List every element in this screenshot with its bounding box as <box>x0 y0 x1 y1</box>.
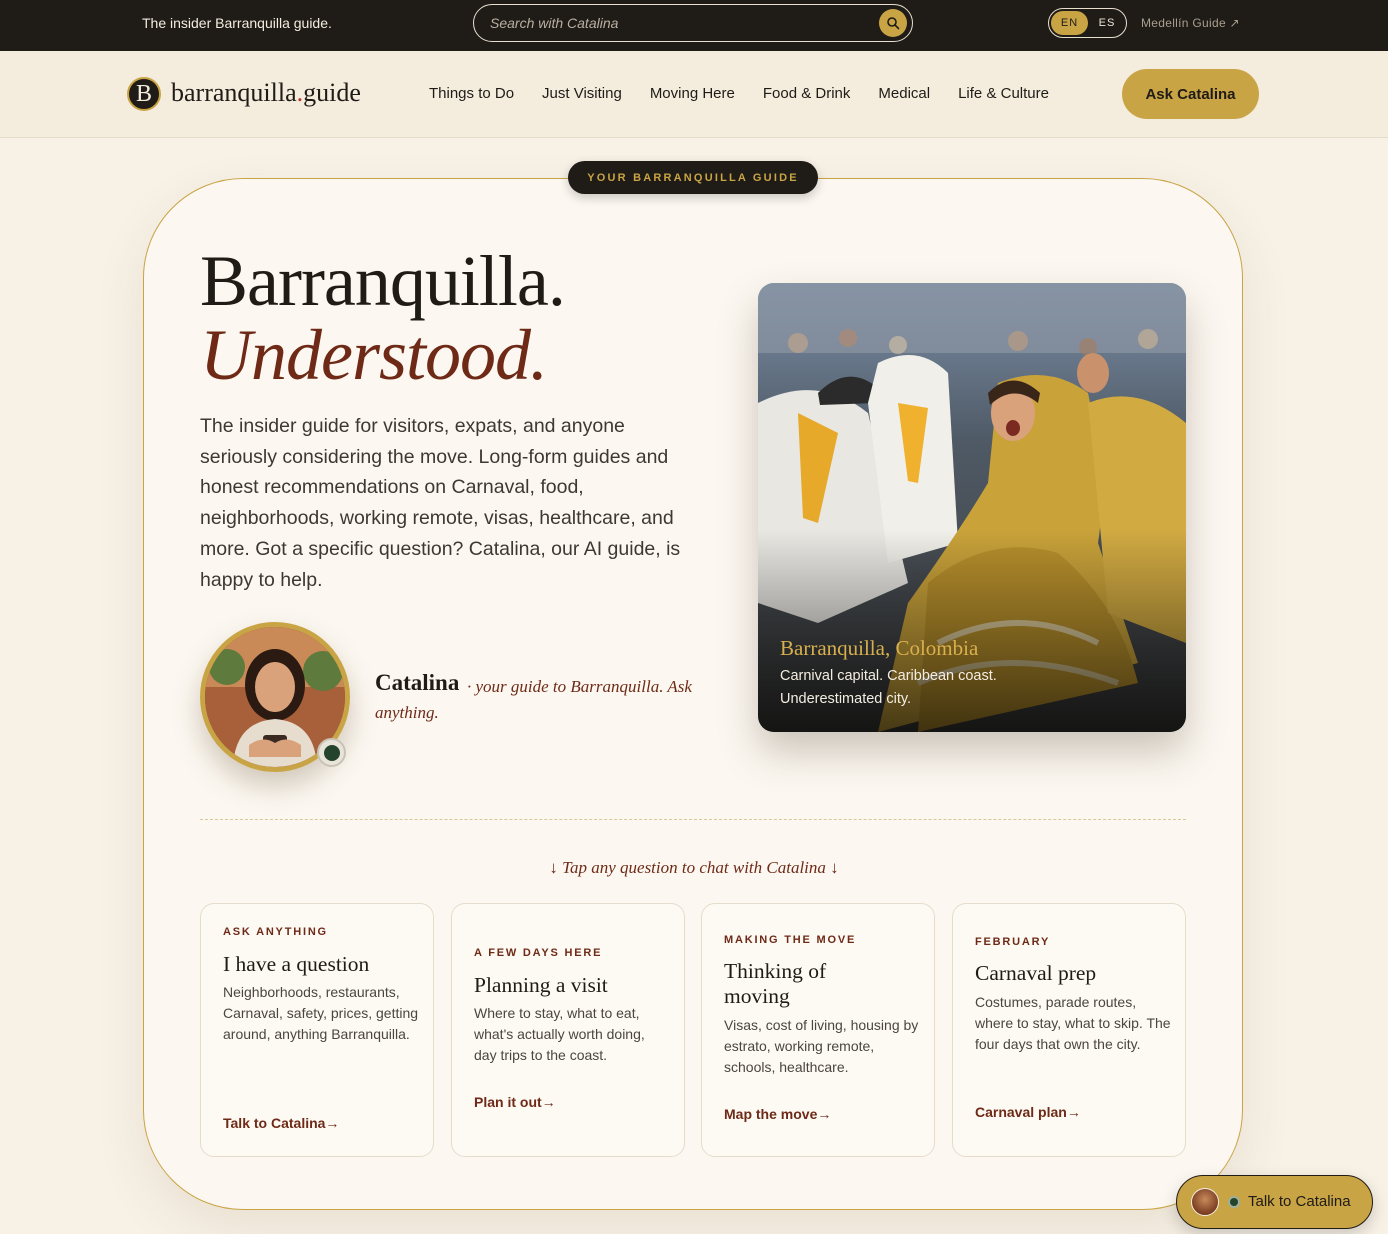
lang-es-button[interactable]: ES <box>1090 11 1124 35</box>
hero-title-line2: Understood. <box>200 315 548 395</box>
card-eyebrow: FEBRUARY <box>975 936 1051 948</box>
card-link-talk-to-catalina[interactable]: Talk to Catalina→ <box>223 1115 339 1131</box>
lang-en-button[interactable]: EN <box>1051 11 1088 35</box>
card-description: Visas, cost of living, housing by estrat… <box>724 1017 919 1075</box>
section-pill: YOUR BARRANQUILLA GUIDE <box>568 161 818 194</box>
ask-catalina-button[interactable]: Ask Catalina <box>1122 69 1259 119</box>
online-status-dot <box>1228 1196 1240 1208</box>
hero-intro: The insider guide for visitors, expats, … <box>200 415 681 591</box>
search-button[interactable] <box>879 9 907 37</box>
nav-moving-here[interactable]: Moving Here <box>650 85 735 102</box>
card-eyebrow: MAKING THE MOVE <box>724 934 857 946</box>
tap-prompt: ↓ Tap any question to chat with Catalina… <box>549 858 839 877</box>
hero-image: Barranquilla, Colombia Carnival capital.… <box>758 283 1186 732</box>
card-eyebrow: ASK ANYTHING <box>223 926 328 938</box>
card-description: Where to stay, what to eat, what's actua… <box>474 1005 645 1063</box>
talk-button-label: Talk to Catalina <box>1248 1193 1351 1210</box>
question-card-thinking-moving[interactable]: MAKING THE MOVE Thinking of moving Visas… <box>701 903 935 1157</box>
search-box[interactable] <box>473 4 913 42</box>
nav-just-visiting[interactable]: Just Visiting <box>542 85 622 102</box>
question-card-carnaval-prep[interactable]: FEBRUARY Carnaval prep Costumes, parade … <box>952 903 1186 1157</box>
card-eyebrow: A FEW DAYS HERE <box>474 947 603 959</box>
nav-life-culture[interactable]: Life & Culture <box>958 85 1049 102</box>
card-title: Carnaval prep <box>975 961 1097 985</box>
nav-links: Things to Do Just Visiting Moving Here F… <box>429 85 1049 102</box>
card-link-carnaval-plan[interactable]: Carnaval plan→ <box>975 1104 1081 1120</box>
card-description: Neighborhoods, restaurants, Carnaval, sa… <box>223 984 419 1042</box>
medellin-guide-link[interactable]: Medellín Guide ↗ <box>1141 16 1240 30</box>
card-description: Costumes, parade routes, where to stay, … <box>975 994 1171 1052</box>
logo-icon[interactable]: B <box>127 77 161 111</box>
hero-caption-title: Barranquilla, Colombia <box>780 636 979 660</box>
card-title: Thinking of moving <box>724 959 827 1008</box>
nav-things-to-do[interactable]: Things to Do <box>429 85 514 102</box>
online-status-indicator <box>317 738 346 767</box>
site-logo[interactable]: barranquilla.guide <box>171 78 361 108</box>
nav-medical[interactable]: Medical <box>878 85 930 102</box>
search-input[interactable] <box>490 13 870 33</box>
guide-subtitle: · your guide to Barranquilla. Ask anythi… <box>375 677 692 722</box>
logo-name: barranquilla <box>171 78 297 107</box>
catalina-mini-avatar <box>1191 1188 1219 1216</box>
language-toggle: EN ES <box>1048 8 1127 38</box>
top-bar: The insider Barranquilla guide. EN ES Me… <box>0 0 1388 51</box>
hero-title-line1: Barranquilla. <box>200 241 566 321</box>
question-card-ask-anything[interactable]: ASK ANYTHING I have a question Neighborh… <box>200 903 434 1157</box>
question-card-planning-visit[interactable]: A FEW DAYS HERE Planning a visit Where t… <box>451 903 685 1157</box>
card-link-map-the-move[interactable]: Map the move→ <box>724 1106 831 1122</box>
card-link-plan-it-out[interactable]: Plan it out→ <box>474 1094 556 1110</box>
logo-suffix: guide <box>303 78 361 107</box>
main-nav: B barranquilla.guide Things to Do Just V… <box>0 51 1388 138</box>
hero-caption-text: Carnival capital. Caribbean coast. Under… <box>780 668 997 707</box>
card-title: Planning a visit <box>474 973 608 997</box>
section-divider <box>200 819 1186 820</box>
card-title: I have a question <box>223 952 370 976</box>
search-icon <box>887 17 900 30</box>
nav-food-drink[interactable]: Food & Drink <box>763 85 851 102</box>
site-tagline: The insider Barranquilla guide. <box>142 15 332 31</box>
talk-to-catalina-floating-button[interactable]: Talk to Catalina <box>1176 1175 1373 1229</box>
